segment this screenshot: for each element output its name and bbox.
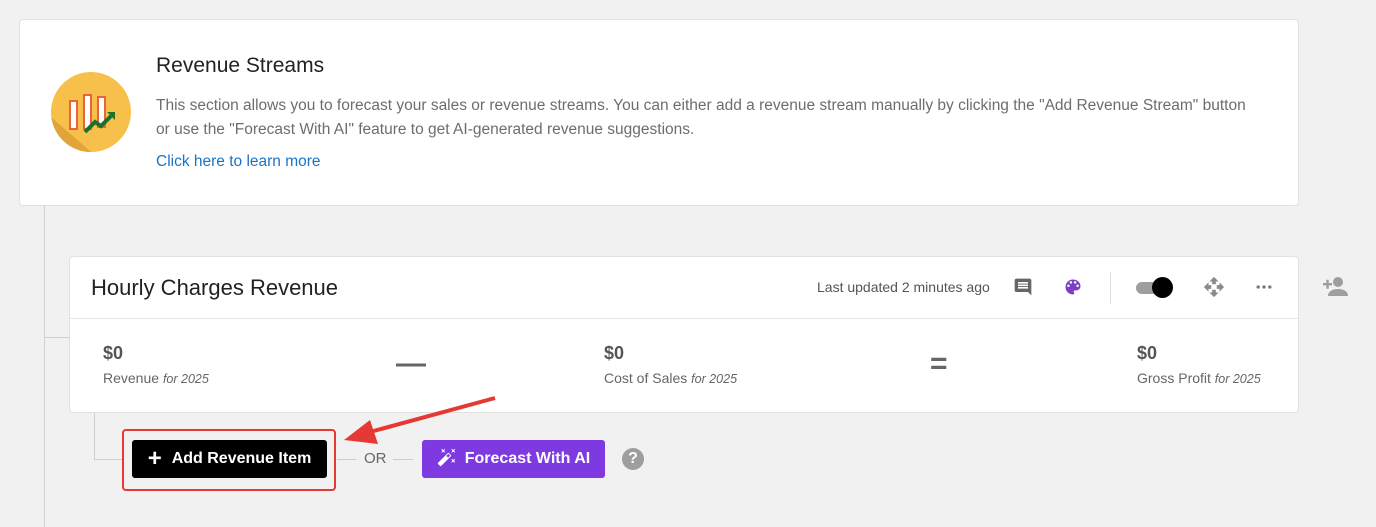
revenue-chart-logo bbox=[51, 72, 131, 152]
metric-revenue: $0 Revenue for 2025 bbox=[103, 343, 209, 386]
metric-value: $0 bbox=[604, 343, 625, 363]
metric-label: Gross Profit for 2025 bbox=[1137, 370, 1261, 386]
palette-icon[interactable] bbox=[1061, 275, 1085, 299]
add-revenue-item-button[interactable]: + Add Revenue Item bbox=[132, 440, 327, 478]
or-divider-right bbox=[393, 459, 413, 460]
add-revenue-item-label: Add Revenue Item bbox=[171, 450, 312, 467]
minus-operator: — bbox=[396, 347, 426, 380]
tree-line-sub-branch bbox=[94, 459, 124, 460]
or-divider-left bbox=[337, 459, 356, 460]
tree-line-sub bbox=[94, 413, 95, 460]
stream-title[interactable]: Hourly Charges Revenue bbox=[91, 275, 338, 301]
move-icon[interactable] bbox=[1202, 275, 1226, 299]
section-description: This section allows you to forecast your… bbox=[156, 97, 1246, 138]
revenue-streams-intro-card: Revenue Streams This section allows you … bbox=[19, 19, 1299, 206]
metric-gross-profit: $0 Gross Profit for 2025 bbox=[1137, 343, 1261, 386]
plus-icon: + bbox=[147, 445, 162, 472]
or-label: OR bbox=[364, 450, 387, 467]
magic-wand-icon bbox=[437, 447, 457, 472]
learn-more-link[interactable]: Click here to learn more bbox=[156, 153, 321, 171]
more-icon[interactable] bbox=[1252, 275, 1276, 299]
forecast-with-ai-button[interactable]: Forecast With AI bbox=[422, 440, 605, 478]
tree-line-branch bbox=[44, 337, 69, 338]
last-updated-text: Last updated 2 minutes ago bbox=[817, 279, 990, 295]
forecast-with-ai-label: Forecast With AI bbox=[464, 450, 591, 467]
stream-header: Hourly Charges Revenue Last updated 2 mi… bbox=[70, 257, 1298, 319]
metric-value: $0 bbox=[103, 343, 124, 363]
annotation-arrow-icon bbox=[344, 396, 496, 444]
equals-operator: = bbox=[930, 347, 948, 380]
page-title: Revenue Streams bbox=[156, 54, 325, 77]
help-icon[interactable]: ? bbox=[622, 448, 644, 470]
revenue-stream-card: Hourly Charges Revenue Last updated 2 mi… bbox=[69, 256, 1299, 413]
comment-icon[interactable] bbox=[1011, 275, 1035, 299]
metric-label: Revenue for 2025 bbox=[103, 370, 209, 386]
stream-toggle[interactable] bbox=[1134, 277, 1174, 299]
header-divider bbox=[1110, 272, 1111, 304]
metric-cost-of-sales: $0 Cost of Sales for 2025 bbox=[604, 343, 737, 386]
tree-line-main bbox=[44, 206, 45, 527]
metric-label: Cost of Sales for 2025 bbox=[604, 370, 738, 386]
add-person-icon[interactable] bbox=[1323, 275, 1349, 297]
metric-value: $0 bbox=[1137, 343, 1158, 363]
